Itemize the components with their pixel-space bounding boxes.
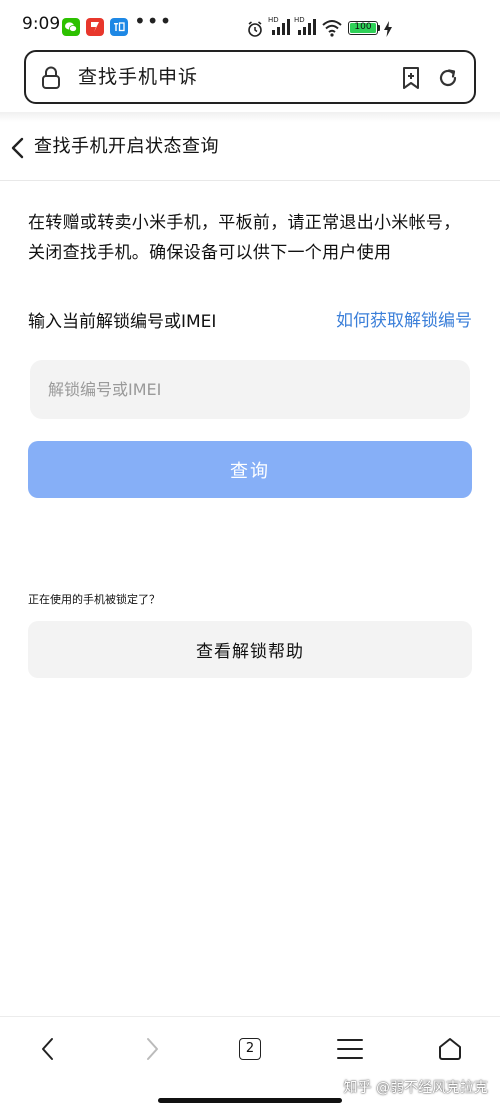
page-header: 查找手机开启状态查询 [0,122,500,181]
address-bar[interactable]: 查找手机申诉 [24,50,476,104]
signal-icon: HD [268,16,290,38]
nav-back-button[interactable] [26,1029,70,1069]
locked-phone-question: 正在使用的手机被锁定了？ [28,593,160,606]
more-notifications-dots: ••• [134,9,173,33]
alarm-icon [246,20,264,42]
battery-icon: 100 [348,21,378,35]
nav-forward-button[interactable] [130,1029,174,1069]
unlock-field-label: 输入当前解锁编号或IMEI [28,312,217,332]
battery-level: 100 [354,22,372,32]
home-indicator[interactable] [158,1098,342,1103]
bottom-nav: 2 [0,1016,500,1081]
page-title: 查找手机开启状态查询 [34,136,219,157]
zhihu-icon [110,18,128,36]
status-bar: 9:09 ••• HD HD 100 [0,0,500,40]
wifi-icon [321,19,343,41]
wechat-icon [62,18,80,36]
back-chevron-icon[interactable] [8,136,28,164]
charging-icon [383,21,393,41]
watermark: 知乎 @弱不经风克拉克 [343,1080,488,1096]
refresh-icon[interactable] [436,66,460,94]
signal-icon-2: HD [294,16,316,38]
nav-tabs-button[interactable]: 2 [228,1029,272,1069]
bookmark-add-icon[interactable] [400,65,422,95]
toolbar-divider [0,112,500,122]
address-text[interactable]: 查找手机申诉 [78,65,198,89]
menu-icon [337,1039,363,1059]
forward-icon [147,1038,158,1060]
nav-home-button[interactable] [428,1029,472,1069]
home-icon [439,1038,461,1060]
how-to-get-unlock-number-link[interactable]: 如何获取解锁编号 [336,309,472,333]
tab-count: 2 [245,1041,255,1056]
tabs-icon: 2 [239,1038,261,1060]
nav-menu-button[interactable] [328,1029,372,1069]
unlock-number-input[interactable] [30,360,470,419]
status-time: 9:09 [22,14,61,34]
lock-icon [40,65,62,95]
unlock-help-button[interactable]: 查看解锁帮助 [28,621,472,678]
intro-text: 在转赠或转卖小米手机，平板前，请正常退出小米帐号，关闭查找手机。确保设备可以供下… [28,213,461,263]
app-red-icon [86,18,104,36]
battery-cap [378,25,380,31]
query-button[interactable]: 查询 [28,441,472,498]
back-icon [42,1038,53,1060]
browser-page: 9:09 ••• HD HD 100 查找手机申诉 查找手机开启状态查询 在转赠… [0,0,500,1111]
